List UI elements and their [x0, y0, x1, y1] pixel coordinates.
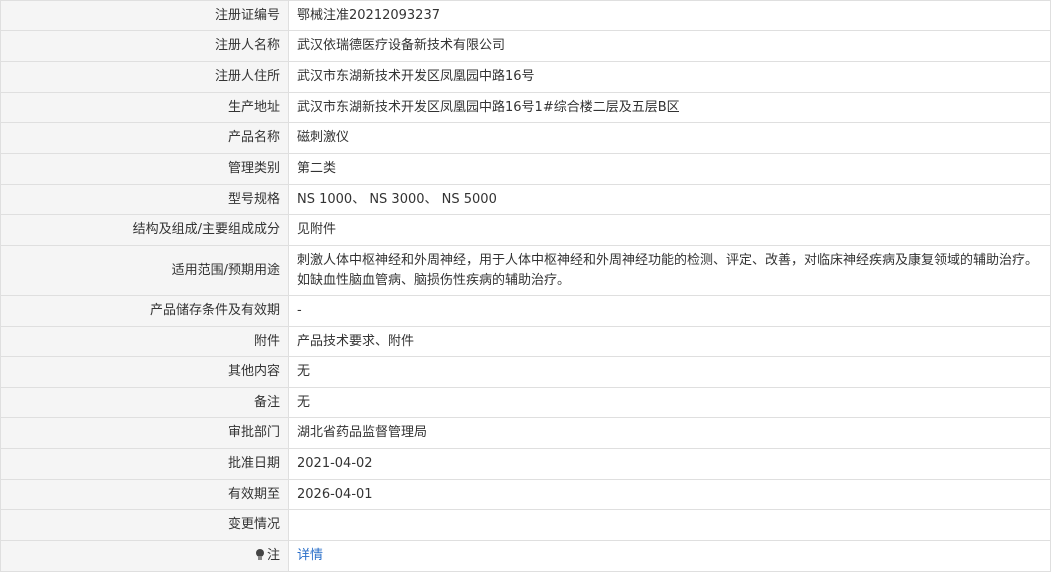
row-value: 磁刺激仪 — [288, 122, 1051, 154]
row-value: - — [288, 295, 1051, 327]
row-value: NS 1000、 NS 3000、 NS 5000 — [288, 184, 1051, 215]
row-label: 管理类别 — [0, 153, 289, 185]
row-label: 审批部门 — [0, 417, 289, 449]
row-label-note: 注 — [0, 540, 289, 572]
row-value: 武汉市东湖新技术开发区凤凰园中路16号1#综合楼二层及五层B区 — [288, 92, 1051, 123]
row-valid-until: 有效期至 2026-04-01 — [0, 479, 1051, 510]
row-other-content: 其他内容 无 — [0, 356, 1051, 388]
row-label: 结构及组成/主要组成成分 — [0, 214, 289, 246]
lightbulb-icon-base — [257, 556, 262, 560]
row-value — [288, 509, 1051, 541]
row-change-history: 变更情况 — [0, 509, 1051, 541]
row-value: 无 — [288, 387, 1051, 418]
row-value: 无 — [288, 356, 1051, 388]
registration-detail-table: 注册证编号 鄂械注准20212093237 注册人名称 武汉依瑞德医疗设备新技术… — [0, 0, 1051, 572]
row-registrant-name: 注册人名称 武汉依瑞德医疗设备新技术有限公司 — [0, 30, 1051, 62]
row-value: 2021-04-02 — [288, 448, 1051, 480]
row-value: 2026-04-01 — [288, 479, 1051, 510]
row-registration-number: 注册证编号 鄂械注准20212093237 — [0, 0, 1051, 31]
row-value: 第二类 — [288, 153, 1051, 185]
row-registrant-address: 注册人住所 武汉市东湖新技术开发区凤凰园中路16号 — [0, 61, 1051, 93]
row-approval-date: 批准日期 2021-04-02 — [0, 448, 1051, 480]
row-label: 注册证编号 — [0, 0, 289, 31]
row-intended-use: 适用范围/预期用途 刺激人体中枢神经和外周神经，用于人体中枢神经和外周神经功能的… — [0, 245, 1051, 296]
row-value: 见附件 — [288, 214, 1051, 246]
row-value: 刺激人体中枢神经和外周神经，用于人体中枢神经和外周神经功能的检测、评定、改善，对… — [288, 245, 1051, 296]
row-label: 产品储存条件及有效期 — [0, 295, 289, 327]
row-product-name: 产品名称 磁刺激仪 — [0, 122, 1051, 154]
row-label: 附件 — [0, 326, 289, 357]
row-label: 变更情况 — [0, 509, 289, 541]
row-label: 批准日期 — [0, 448, 289, 480]
row-production-address: 生产地址 武汉市东湖新技术开发区凤凰园中路16号1#综合楼二层及五层B区 — [0, 92, 1051, 123]
row-management-class: 管理类别 第二类 — [0, 153, 1051, 185]
row-structure-composition: 结构及组成/主要组成成分 见附件 — [0, 214, 1051, 246]
row-value: 详情 — [288, 540, 1051, 572]
row-note: 注 详情 — [0, 540, 1051, 572]
row-label: 有效期至 — [0, 479, 289, 510]
row-label: 适用范围/预期用途 — [0, 245, 289, 296]
row-value: 湖北省药品监督管理局 — [288, 417, 1051, 449]
row-value: 鄂械注准20212093237 — [288, 0, 1051, 31]
row-label: 注册人住所 — [0, 61, 289, 93]
details-link[interactable]: 详情 — [297, 548, 323, 563]
row-label: 注册人名称 — [0, 30, 289, 62]
row-label: 备注 — [0, 387, 289, 418]
row-label: 其他内容 — [0, 356, 289, 388]
row-remarks: 备注 无 — [0, 387, 1051, 418]
row-label: 生产地址 — [0, 92, 289, 123]
row-value: 产品技术要求、附件 — [288, 326, 1051, 357]
row-attachment: 附件 产品技术要求、附件 — [0, 326, 1051, 357]
row-value: 武汉依瑞德医疗设备新技术有限公司 — [288, 30, 1051, 62]
note-label: 注 — [266, 548, 280, 563]
row-approval-department: 审批部门 湖北省药品监督管理局 — [0, 417, 1051, 449]
row-model-spec: 型号规格 NS 1000、 NS 3000、 NS 5000 — [0, 184, 1051, 215]
row-value: 武汉市东湖新技术开发区凤凰园中路16号 — [288, 61, 1051, 93]
row-storage-validity: 产品储存条件及有效期 - — [0, 295, 1051, 327]
row-label: 产品名称 — [0, 122, 289, 154]
row-label: 型号规格 — [0, 184, 289, 215]
lightbulb-icon — [255, 549, 265, 560]
